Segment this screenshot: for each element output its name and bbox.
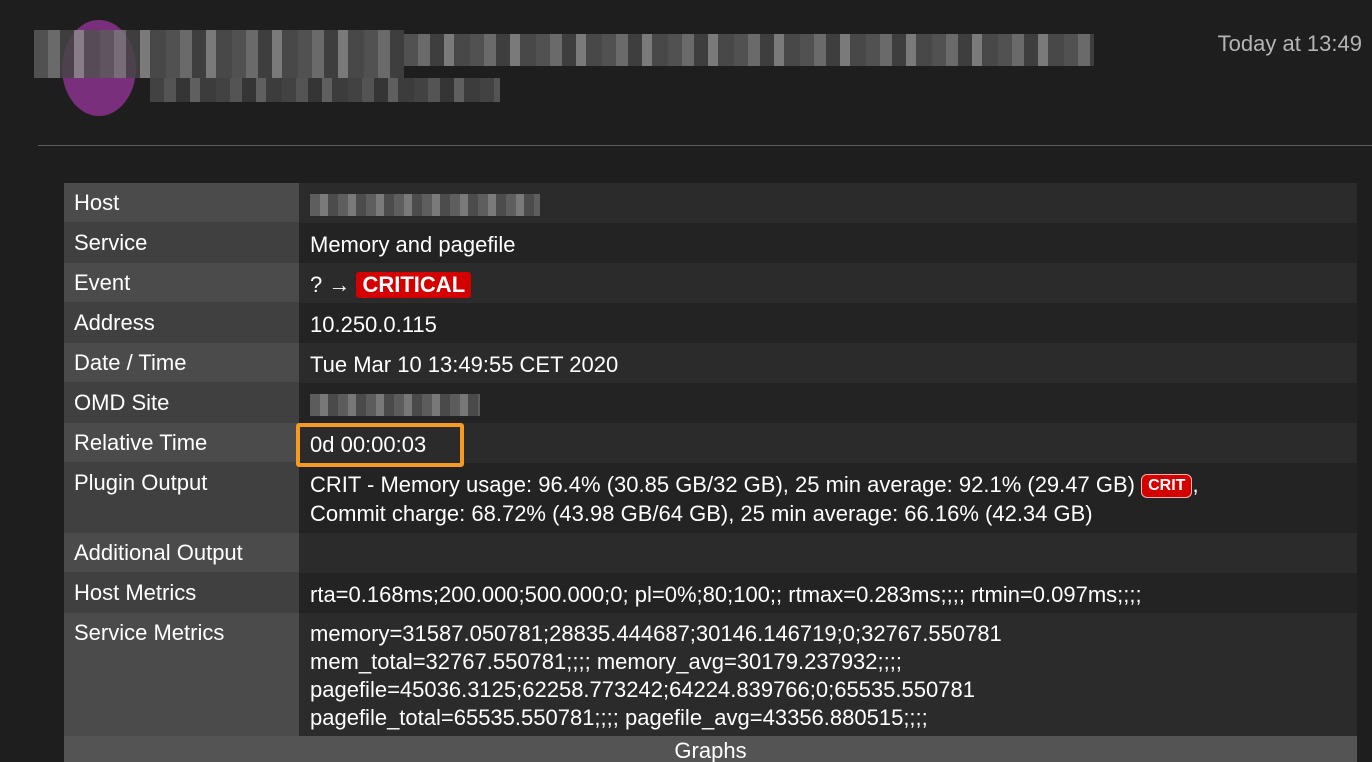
redacted-host	[310, 194, 540, 216]
row-label: Date / Time	[64, 343, 299, 383]
crit-badge: CRIT	[1141, 474, 1193, 498]
row-datetime: Date / Time Tue Mar 10 13:49:55 CET 2020	[64, 343, 1357, 383]
mail-header: Today at 13:49	[0, 0, 1372, 146]
notification-table: Host Service Memory and pagefile Event ?…	[64, 183, 1357, 762]
mail-message-view: Today at 13:49 Host Service Memory and p…	[0, 0, 1372, 762]
redacted-subject	[404, 34, 1094, 66]
host-metrics-value: rta=0.168ms;200.000;500.000;0; pl=0%;80;…	[299, 573, 1357, 613]
row-additional-output: Additional Output	[64, 533, 1357, 573]
event-value: ? → CRITICAL	[299, 263, 1357, 303]
row-label: Additional Output	[64, 533, 299, 573]
plugin-output-line2: Commit charge: 68.72% (43.98 GB/64 GB), …	[310, 501, 1093, 526]
row-relative-time: Relative Time 0d 00:00:03	[64, 423, 1357, 463]
graphs-header: Graphs	[64, 736, 1357, 762]
row-event: Event ? → CRITICAL	[64, 263, 1357, 303]
omd-site-value	[299, 383, 1357, 423]
additional-output-value	[299, 533, 1357, 573]
row-address: Address 10.250.0.115	[64, 303, 1357, 343]
address-value: 10.250.0.115	[299, 303, 1357, 343]
row-label: Event	[64, 263, 299, 303]
row-service: Service Memory and pagefile	[64, 223, 1357, 263]
redacted-sender	[34, 30, 404, 78]
row-label: OMD Site	[64, 383, 299, 423]
row-label: Plugin Output	[64, 463, 299, 533]
service-metrics-line: memory=31587.050781;28835.444687;30146.1…	[310, 621, 1002, 646]
service-metrics-line: mem_total=32767.550781;;;; memory_avg=30…	[310, 649, 902, 674]
service-value: Memory and pagefile	[299, 223, 1357, 263]
host-value	[299, 183, 1357, 223]
redacted-recipient	[150, 78, 500, 102]
plugin-output-line1: CRIT - Memory usage: 96.4% (30.85 GB/32 …	[310, 472, 1135, 497]
event-transition: ? →	[310, 272, 351, 297]
row-label: Host	[64, 183, 299, 223]
row-label: Service	[64, 223, 299, 263]
service-metrics-line: pagefile=45036.3125;62258.773242;64224.8…	[310, 677, 975, 702]
header-divider	[38, 145, 1372, 146]
redacted-site	[310, 394, 480, 416]
critical-badge: CRITICAL	[356, 272, 472, 298]
row-host: Host	[64, 183, 1357, 223]
mail-timestamp: Today at 13:49	[1217, 31, 1362, 56]
row-host-metrics: Host Metrics rta=0.168ms;200.000;500.000…	[64, 573, 1357, 613]
row-label: Address	[64, 303, 299, 343]
row-plugin-output: Plugin Output CRIT - Memory usage: 96.4%…	[64, 463, 1357, 533]
relative-time-value: 0d 00:00:03	[299, 423, 1357, 463]
plugin-output-value: CRIT - Memory usage: 96.4% (30.85 GB/32 …	[299, 463, 1357, 533]
row-omd-site: OMD Site	[64, 383, 1357, 423]
datetime-value: Tue Mar 10 13:49:55 CET 2020	[299, 343, 1357, 383]
service-metrics-line: pagefile_total=65535.550781;;;; pagefile…	[310, 705, 928, 730]
row-label: Host Metrics	[64, 573, 299, 613]
row-label: Relative Time	[64, 423, 299, 463]
plugin-output-comma: ,	[1192, 472, 1199, 497]
